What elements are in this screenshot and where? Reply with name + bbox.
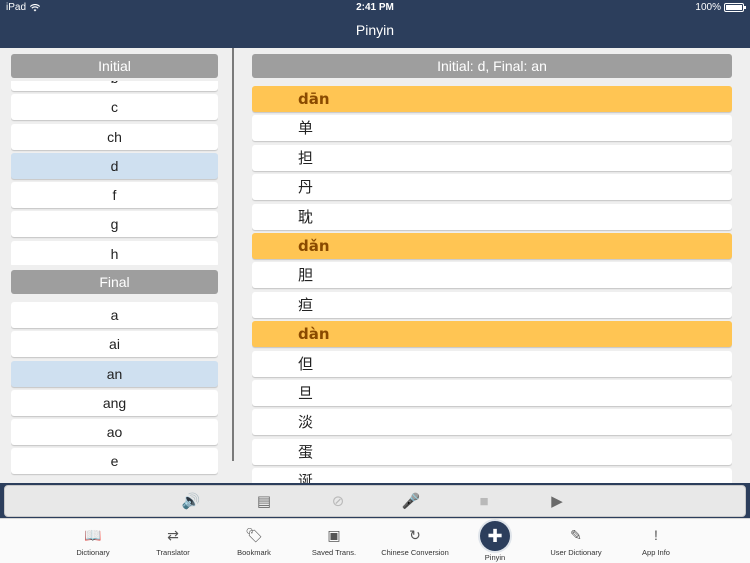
final-list[interactable]: a ai an ang ao e [11,299,218,479]
battery-percent: 100% [695,2,721,13]
character-row[interactable]: 耽 [252,203,732,230]
app-header: iPad 2:41 PM 100% Pinyin [0,0,750,48]
microphone-icon: 🎤 [401,493,421,510]
character-row[interactable]: 丹 [252,174,732,201]
tab-label: App Info [642,548,670,557]
main-content: Initial bcchdfgh Final a aianang aoe Initi… [0,48,750,483]
initial-item-ch[interactable]: ch [11,123,218,150]
battery-icon [724,3,746,12]
tag-icon: 🏷 [245,527,263,543]
character-row[interactable]: 蛋 [252,438,732,465]
translate-icon: ⇄ [167,527,179,543]
page-title: Pinyin [355,22,395,38]
conversion-icon: ↻ [409,527,421,543]
pane-divider [232,48,234,461]
result-header: Initial: d, Final: an [252,54,732,78]
tab-label: Saved Trans. [311,548,357,557]
status-time: 2:41 PM [356,2,394,13]
character-row[interactable]: 淡 [252,409,732,436]
character-row[interactable]: 但 [252,350,732,377]
tab-chinese-conversion[interactable]: ↻ Chinese Conversion [376,519,454,563]
pinyin-group-header[interactable]: dǎn [252,232,732,259]
user-dictionary-icon: ✎ [570,527,582,543]
speaker-icon: 🔊 [181,493,201,510]
document-audio-icon: ▤ [256,493,272,510]
status-right: 100% [695,2,746,13]
initial-item-d[interactable]: d [11,152,218,179]
mute-button[interactable]: ⊘ [326,490,350,512]
initial-item-g[interactable]: g [11,211,218,238]
initial-list[interactable]: bcchdfgh [11,81,218,265]
initial-item-f[interactable]: f [11,182,218,209]
tab-bookmark[interactable]: 🏷 Bookmark [215,519,293,563]
tab-translator[interactable]: ⇄ Translator [134,519,212,563]
book-icon: 📖 [84,527,102,543]
character-row[interactable]: 单 [252,115,732,142]
final-item-a[interactable]: a [11,302,218,328]
stop-button[interactable]: ■ [472,490,496,512]
final-item-an[interactable]: an [11,360,218,387]
final-item-ang[interactable]: ang [11,389,218,416]
play-icon: ▶ [551,493,563,510]
pinyin-group-header[interactable]: dàn [252,321,732,348]
pinyin-group-header[interactable]: dān [252,86,732,112]
tab-label: Dictionary [76,548,110,557]
tab-dictionary[interactable]: 📖 Dictionary [54,519,132,563]
document-audio-button[interactable]: ▤ [252,490,276,512]
tab-label: Pinyin [484,553,506,562]
result-list[interactable]: dān 单担丹耽 dǎn 胆疸 dàn 但旦淡蛋诞 [252,86,732,483]
final-item-e[interactable]: e [11,448,218,475]
pinyin-icon: ✚ [480,521,510,551]
initial-header: Initial [11,54,218,78]
tab-bar: 📖 Dictionary ⇄ Translator 🏷 Bookmark ▣ Saved Tr… [0,518,750,563]
microphone-button[interactable]: 🎤 [399,490,423,512]
final-item-ai[interactable]: ai [11,331,218,358]
character-row[interactable]: 胆 [252,262,732,289]
initial-item-b[interactable]: b [11,81,218,91]
tab-saved-trans[interactable]: ▣ Saved Trans. [295,519,373,563]
tab-label: Chinese Conversion [381,548,449,557]
tab-user-dictionary[interactable]: ✎ User Dictionary [537,519,615,563]
info-icon: ! [654,527,658,543]
tab-label: Translator [156,548,190,557]
final-item-ao[interactable]: ao [11,419,218,446]
initial-item-h[interactable]: h [11,240,218,265]
character-row[interactable]: 诞 [252,468,732,483]
saved-icon: ▣ [327,527,341,543]
tab-label: Bookmark [237,548,271,557]
stop-icon: ■ [479,492,489,510]
tab-app-info[interactable]: ! App Info [617,519,695,563]
speaker-button[interactable]: 🔊 [179,490,203,512]
initial-item-c[interactable]: c [11,94,218,121]
character-row[interactable]: 疸 [252,291,732,318]
final-header: Final [11,270,218,294]
tab-label: User Dictionary [550,548,602,557]
character-row[interactable]: 担 [252,144,732,171]
tab-pinyin[interactable]: ✚ Pinyin [456,519,534,563]
mute-icon: ⊘ [331,493,345,510]
play-button[interactable]: ▶ [545,490,569,512]
character-row[interactable]: 旦 [252,379,732,406]
audio-toolbar: 🔊 ▤ ⊘ 🎤 ■ ▶ [4,485,746,517]
